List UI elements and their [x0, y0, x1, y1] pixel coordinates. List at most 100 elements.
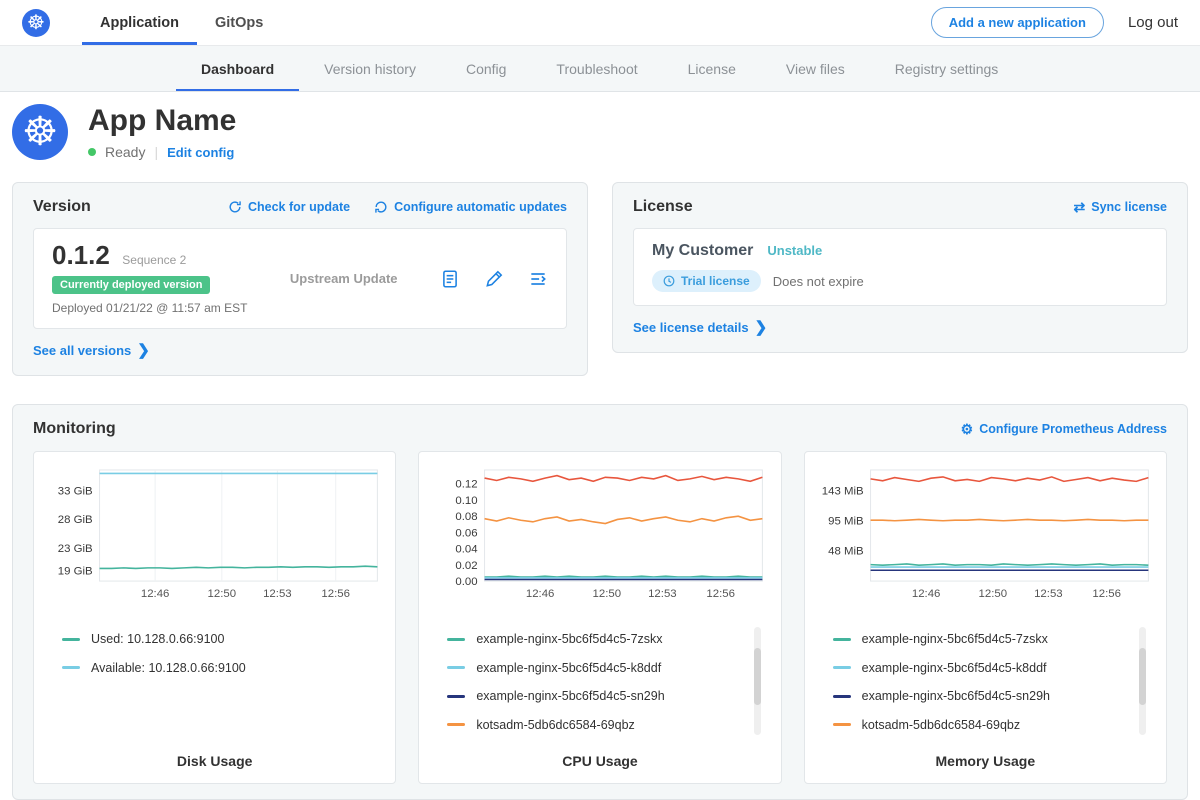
release-notes-icon[interactable] — [440, 269, 460, 289]
auto-update-icon — [374, 200, 388, 214]
legend-label: example-nginx-5bc6f5d4c5-7zskx — [862, 632, 1048, 646]
license-card: License ⇄ Sync license My Customer Unsta… — [612, 182, 1188, 353]
helm-wheel-glyph: ☸ — [27, 13, 45, 33]
refresh-icon — [228, 200, 242, 214]
main-content: Version Check for update Configure autom… — [0, 172, 1200, 800]
chart-panel-cpu-usage: 12:4612:5012:5312:560.120.100.080.060.04… — [418, 451, 781, 784]
svg-text:12:46: 12:46 — [526, 588, 555, 600]
svg-text:23 GiB: 23 GiB — [58, 543, 93, 555]
legend-swatch — [447, 695, 465, 698]
logout-link[interactable]: Log out — [1128, 14, 1178, 31]
legend-label: kotsadm-5db6dc6584-69qbz — [862, 718, 1020, 732]
upstream-update-label: Upstream Update — [290, 271, 398, 286]
legend-scrollbar[interactable] — [754, 627, 761, 735]
version-card: Version Check for update Configure autom… — [12, 182, 588, 376]
legend-scrollbar[interactable] — [1139, 627, 1146, 735]
svg-text:12:46: 12:46 — [912, 588, 941, 600]
legend-label: example-nginx-5bc6f5d4c5-7zskx — [476, 632, 662, 646]
tab-gitops[interactable]: GitOps — [197, 0, 281, 45]
version-card-title: Version — [33, 198, 91, 216]
svg-text:12:50: 12:50 — [208, 588, 237, 600]
edit-config-icon[interactable] — [484, 269, 504, 289]
svg-text:48 MiB: 48 MiB — [828, 546, 864, 558]
subnav-tab-dashboard[interactable]: Dashboard — [176, 46, 299, 91]
tab-application[interactable]: Application — [82, 0, 197, 45]
kubernetes-logo-icon[interactable]: ☸ — [22, 9, 50, 37]
svg-text:0.02: 0.02 — [456, 560, 478, 572]
chart-title: CPU Usage — [429, 753, 770, 769]
see-all-versions-link[interactable]: See all versions ❯ — [33, 343, 150, 358]
svg-text:12:50: 12:50 — [593, 588, 622, 600]
legend-label: Available: 10.128.0.66:9100 — [91, 661, 246, 675]
subnav-tab-version-history[interactable]: Version history — [299, 46, 441, 91]
check-for-update-link[interactable]: Check for update — [228, 200, 350, 214]
svg-text:12:56: 12:56 — [1092, 588, 1121, 600]
subnav: DashboardVersion historyConfigTroublesho… — [0, 46, 1200, 92]
top-tabs: Application GitOps — [82, 0, 281, 45]
svg-text:19 GiB: 19 GiB — [58, 566, 93, 578]
svg-text:0.08: 0.08 — [456, 511, 478, 523]
customer-row: My Customer Unstable — [652, 242, 1148, 260]
legend-label: example-nginx-5bc6f5d4c5-sn29h — [476, 689, 664, 703]
svg-text:95 MiB: 95 MiB — [828, 516, 864, 528]
add-application-button[interactable]: Add a new application — [931, 7, 1104, 38]
gear-icon: ⚙ — [961, 422, 974, 436]
subnav-tab-troubleshoot[interactable]: Troubleshoot — [531, 46, 662, 91]
separator: | — [154, 144, 158, 160]
svg-text:0.10: 0.10 — [456, 495, 478, 507]
svg-text:0.00: 0.00 — [456, 576, 478, 588]
legend-item: example-nginx-5bc6f5d4c5-sn29h — [833, 682, 1156, 711]
see-license-details-link[interactable]: See license details ❯ — [633, 320, 767, 335]
see-all-versions-label: See all versions — [33, 343, 131, 358]
legend-item: example-nginx-5bc6f5d4c5-k8ddf — [833, 653, 1156, 682]
svg-text:33 GiB: 33 GiB — [58, 486, 93, 498]
legend-swatch — [833, 638, 851, 641]
scrollbar-thumb[interactable] — [1139, 648, 1146, 704]
version-card-actions: Check for update Configure automatic upd… — [228, 200, 567, 214]
chart-legend: example-nginx-5bc6f5d4c5-7zskx example-ng… — [815, 625, 1156, 739]
configure-prometheus-link[interactable]: ⚙ Configure Prometheus Address — [961, 422, 1167, 436]
app-status-row: Ready | Edit config — [88, 144, 236, 160]
legend-swatch — [62, 666, 80, 669]
deploy-logs-icon[interactable] — [528, 269, 548, 289]
license-card-header: License ⇄ Sync license — [633, 198, 1167, 216]
see-license-details-label: See license details — [633, 320, 749, 335]
legend-item: example-nginx-5bc6f5d4c5-sn29h — [447, 682, 770, 711]
line-chart-disk-usage: 12:4612:5012:5312:5633 GiB28 GiB23 GiB19… — [44, 464, 385, 613]
chart-title: Memory Usage — [815, 753, 1156, 769]
chevron-right-icon: ❯ — [137, 343, 150, 358]
sync-icon: ⇄ — [1074, 200, 1086, 214]
cards-row: Version Check for update Configure autom… — [12, 182, 1188, 376]
trial-license-badge: Trial license — [652, 270, 761, 292]
legend-item: kotsadm-5db6dc6584-69qbz — [833, 710, 1156, 739]
customer-name: My Customer — [652, 242, 753, 260]
legend-swatch — [62, 638, 80, 641]
subnav-tab-config[interactable]: Config — [441, 46, 531, 91]
license-type-row: Trial license Does not expire — [652, 270, 1148, 292]
svg-text:12:46: 12:46 — [141, 588, 170, 600]
edit-config-link[interactable]: Edit config — [167, 145, 234, 160]
legend-swatch — [833, 695, 851, 698]
charts-row: 12:4612:5012:5312:5633 GiB28 GiB23 GiB19… — [33, 451, 1167, 784]
legend-swatch — [447, 723, 465, 726]
legend-label: example-nginx-5bc6f5d4c5-sn29h — [862, 689, 1050, 703]
page-title: App Name — [88, 104, 236, 137]
sequence-label: Sequence 2 — [122, 253, 186, 267]
svg-text:0.06: 0.06 — [456, 527, 478, 539]
legend-label: example-nginx-5bc6f5d4c5-k8ddf — [476, 661, 661, 675]
configure-automatic-updates-link[interactable]: Configure automatic updates — [374, 200, 567, 214]
subnav-tab-view-files[interactable]: View files — [761, 46, 870, 91]
legend-item: kotsadm-5db6dc6584-69qbz — [447, 710, 770, 739]
monitoring-title: Monitoring — [33, 420, 116, 438]
subnav-tab-license[interactable]: License — [663, 46, 761, 91]
topbar-right: Add a new application Log out — [931, 7, 1178, 38]
sync-license-link[interactable]: ⇄ Sync license — [1074, 200, 1167, 214]
svg-text:143 MiB: 143 MiB — [821, 485, 863, 497]
license-card-title: License — [633, 198, 693, 216]
svg-text:12:53: 12:53 — [648, 588, 677, 600]
legend-item: example-nginx-5bc6f5d4c5-k8ddf — [447, 653, 770, 682]
app-logo-icon: ☸ — [12, 104, 68, 160]
svg-text:12:53: 12:53 — [1034, 588, 1063, 600]
scrollbar-thumb[interactable] — [754, 648, 761, 704]
subnav-tab-registry-settings[interactable]: Registry settings — [870, 46, 1023, 91]
